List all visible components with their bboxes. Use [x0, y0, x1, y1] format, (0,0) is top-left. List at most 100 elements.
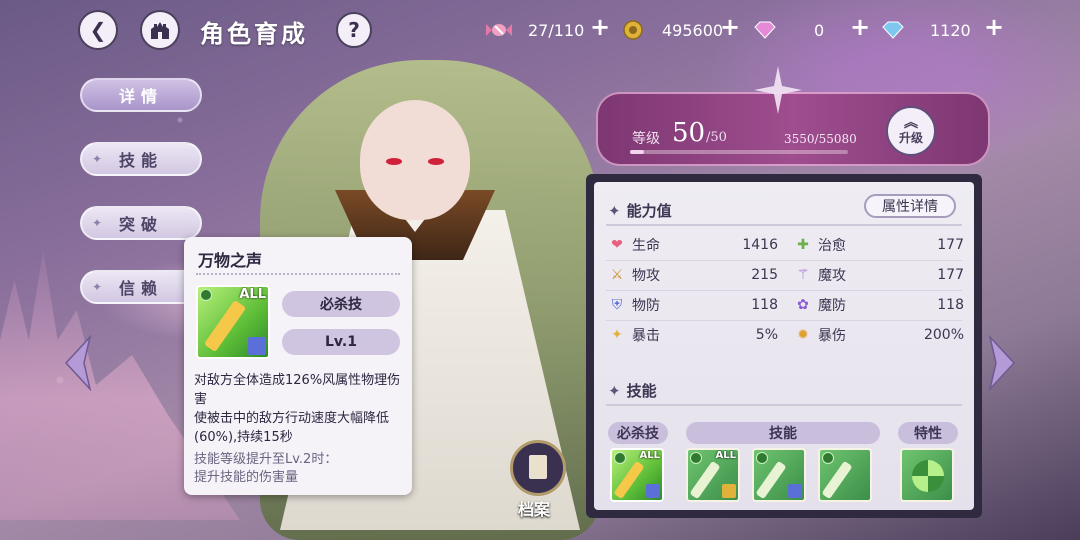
stamina-counter: 27/110 [486, 18, 584, 42]
skill-type-badge: 必杀技 [282, 291, 400, 317]
attribute-details-label: 属性详情 [882, 199, 938, 215]
add-gem-a-button[interactable]: + [850, 13, 870, 41]
add-stamina-button[interactable]: + [590, 13, 610, 41]
stats-panel: ✦ 能力值 属性详情 ❤ 生命 1416 ✚ 治愈 177 ⚔ 物攻 215 ⚚ … [586, 174, 982, 518]
skill-level-label: Lv.1 [325, 334, 357, 350]
stat-name: 物防 [632, 298, 660, 314]
heal-cross-icon: ✚ [797, 237, 809, 253]
castle-icon [151, 22, 169, 39]
tab-trust-label: 信赖 [118, 279, 163, 298]
previous-character-arrow[interactable] [64, 335, 92, 391]
stats-inner: ✦ 能力值 属性详情 ❤ 生命 1416 ✚ 治愈 177 ⚔ 物攻 215 ⚚ … [594, 182, 974, 510]
add-gold-button[interactable]: + [720, 13, 740, 41]
tab-skills-label: 技能 [118, 151, 163, 170]
exp-text: 3550/55080 [784, 132, 857, 146]
trait-header-label: 特性 [914, 426, 942, 442]
ult-skill-icon[interactable]: ALL [610, 448, 664, 502]
gem-b-value: 1120 [930, 20, 971, 40]
back-button[interactable]: ❮ [78, 10, 118, 50]
tab-breakthrough[interactable]: ✦ 突破 [80, 206, 202, 240]
crit-star-icon: ✦ [611, 327, 623, 343]
stat-name: 暴伤 [818, 328, 846, 344]
gold-counter: 495600 [620, 18, 723, 42]
document-icon [529, 455, 547, 479]
sword-icon [689, 460, 721, 500]
profile-file-button[interactable]: 档案 [506, 440, 570, 520]
coin-icon [620, 19, 646, 41]
stat-name: 魔防 [818, 298, 846, 314]
stat-value: 5% [755, 327, 778, 343]
character-face [360, 100, 470, 220]
stat-magic-attack: ⚚ 魔攻 177 [794, 264, 964, 286]
exp-bar-fill [630, 150, 644, 154]
skills-section-label: 技能 [626, 382, 657, 400]
tooltip-title: 万物之声 [198, 251, 263, 270]
stat-magic-defense: ✿ 魔防 118 [794, 294, 964, 316]
stat-name: 暴击 [632, 328, 660, 344]
character-eye [386, 158, 402, 165]
magic-shield-icon: ✿ [797, 297, 809, 313]
boot-icon [248, 337, 266, 355]
all-badge: ALL [715, 450, 736, 461]
skill-description: 对敌方全体造成126%风属性物理伤害 使被击中的敌方行动速度大幅降低(60%),… [194, 373, 401, 445]
tab-details[interactable]: 详情 [80, 78, 202, 112]
exp-bar [630, 150, 848, 154]
stat-name: 物攻 [632, 268, 660, 284]
diamond-icon: ✦ [608, 202, 621, 220]
home-button[interactable] [140, 10, 180, 50]
level-max: /50 [706, 130, 727, 145]
tooltip-skill-icon: ALL [196, 285, 270, 359]
divider [606, 320, 962, 321]
divider [606, 290, 962, 291]
skill-level-badge: Lv.1 [282, 329, 400, 355]
sword-icon: ⚔ [610, 267, 624, 283]
skill-icon-2[interactable] [752, 448, 806, 502]
stat-name: 生命 [632, 238, 660, 254]
stat-value: 215 [751, 267, 778, 283]
stat-heal: ✚ 治愈 177 [794, 234, 964, 256]
tab-skills[interactable]: ✦ 技能 [80, 142, 202, 176]
stat-value: 177 [937, 237, 964, 253]
sparkle-icon [754, 66, 802, 114]
skill-icon-1[interactable]: ALL [686, 448, 740, 502]
diamond-icon: ✦ [92, 152, 103, 166]
wind-element-icon [822, 452, 834, 464]
top-bar: ❮ 角色育成 ? 27/110 + 495600 + 0 + 1120 + [0, 0, 1080, 60]
skill-icon-3[interactable] [818, 448, 872, 502]
wind-fan-icon [912, 460, 944, 492]
add-gem-b-button[interactable]: + [984, 13, 1004, 41]
boot-icon [646, 484, 660, 498]
trait-icon[interactable] [900, 448, 954, 502]
diamond-icon: ✦ [608, 382, 621, 400]
help-icon: ? [348, 18, 360, 42]
wind-element-icon [200, 289, 212, 301]
wind-element-icon [690, 452, 702, 464]
trait-header: 特性 [898, 422, 958, 444]
divider [606, 260, 962, 261]
skill-tooltip: 万物之声 ALL 必杀技 Lv.1 对敌方全体造成126%风属性物理伤害 使被击… [184, 237, 412, 495]
divider [606, 224, 962, 226]
help-button[interactable]: ? [336, 12, 372, 48]
diamond-icon: ✦ [92, 280, 103, 294]
skill-upgrade-note: 技能等级提升至Lv.2时： 提升技能的伤害量 [194, 452, 338, 485]
next-character-arrow[interactable] [988, 335, 1016, 391]
attribute-details-button[interactable]: 属性详情 [864, 194, 956, 218]
file-circle [510, 440, 566, 496]
sword-icon [203, 299, 247, 353]
stat-name: 魔攻 [818, 268, 846, 284]
divider [196, 273, 400, 275]
shield-icon: ⛨ [611, 297, 623, 313]
stat-value: 177 [937, 267, 964, 283]
lightning-tag-icon [722, 484, 736, 498]
page-title: 角色育成 [200, 20, 308, 48]
shield-tag-icon [788, 484, 802, 498]
tab-details-label: 详情 [118, 87, 163, 106]
skill-header-label: 技能 [769, 426, 797, 442]
stat-crit-damage: ✹ 暴伤 200% [794, 324, 964, 346]
level-label: 等级 [632, 131, 660, 147]
skill-type-label: 必杀技 [320, 297, 362, 313]
burst-icon: ✹ [797, 327, 809, 343]
upgrade-button[interactable]: ︽ 升级 [886, 106, 936, 156]
sword-icon [613, 460, 645, 500]
sword-icon [821, 460, 853, 500]
